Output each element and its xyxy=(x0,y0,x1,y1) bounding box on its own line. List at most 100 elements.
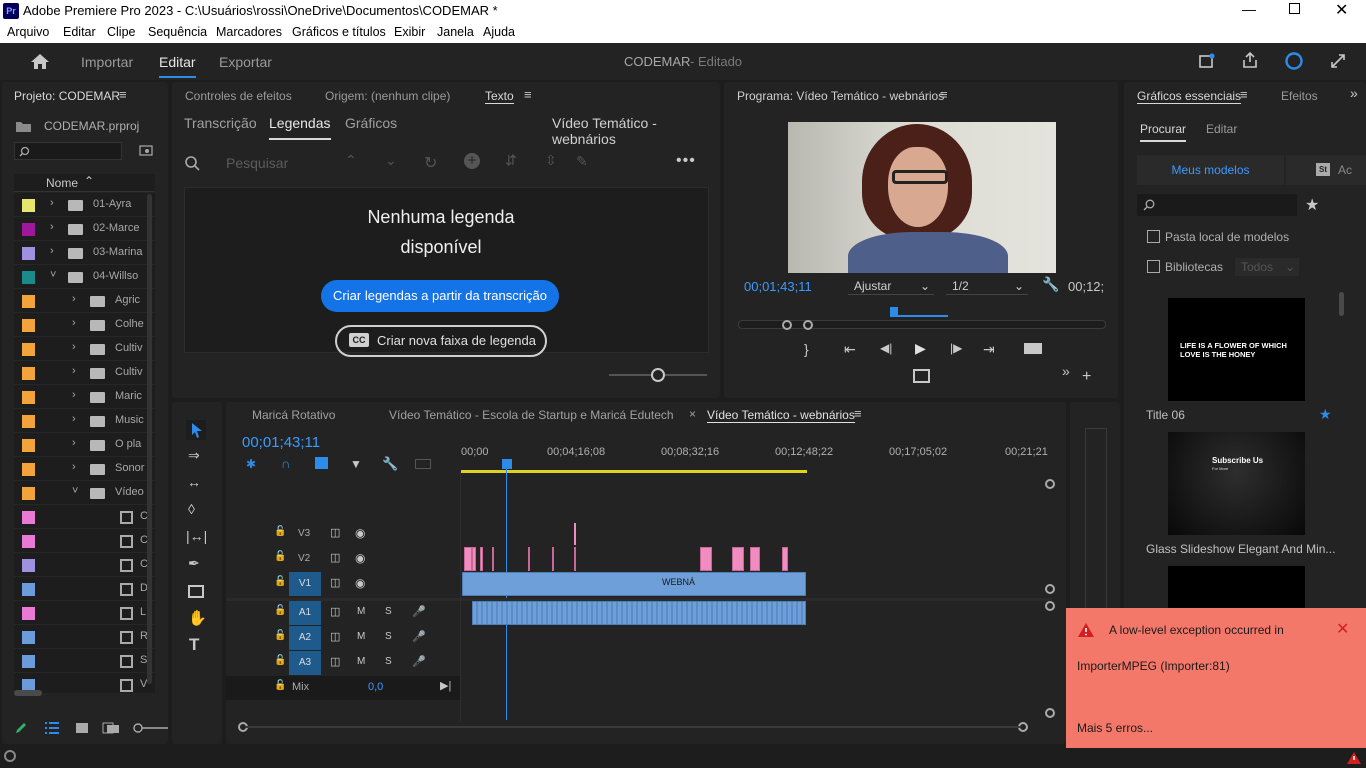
label-color-swatch[interactable] xyxy=(22,415,35,428)
chevron-right-icon[interactable]: › xyxy=(72,413,76,425)
add-marker-icon[interactable]: ▼ xyxy=(350,457,362,471)
horizontal-scrollbar[interactable] xyxy=(14,690,42,696)
project-list-item[interactable]: › Cultiv xyxy=(14,361,155,385)
error-indicator-icon[interactable] xyxy=(1346,751,1362,765)
project-list-item[interactable]: › O pla xyxy=(14,433,155,457)
tab-essential-graphics[interactable]: Gráficos essenciais xyxy=(1137,89,1242,104)
label-color-swatch[interactable] xyxy=(22,487,35,500)
video-v-scroll-top[interactable] xyxy=(1045,479,1055,489)
a1-clip-strip[interactable] xyxy=(472,601,806,625)
zoom-slider[interactable] xyxy=(132,722,168,734)
label-color-swatch[interactable] xyxy=(22,271,35,284)
minimize-button[interactable]: — xyxy=(1242,1,1256,17)
work-area-bar[interactable] xyxy=(461,470,807,473)
tab-effect-controls[interactable]: Controles de efeitos xyxy=(185,89,292,103)
project-list-item[interactable]: R xyxy=(14,625,155,649)
template-list-scrollbar[interactable] xyxy=(1339,292,1344,316)
slip-tool-icon[interactable]: |↔| xyxy=(186,528,207,544)
label-color-swatch[interactable] xyxy=(22,439,35,452)
menu-ajuda[interactable]: Ajuda xyxy=(483,25,515,39)
local-folder-checkbox[interactable] xyxy=(1147,230,1160,243)
playhead[interactable] xyxy=(502,459,512,469)
project-list-item[interactable]: S xyxy=(14,649,155,673)
compare-view-icon[interactable] xyxy=(913,369,930,383)
chevron-right-icon[interactable]: › xyxy=(72,317,76,329)
home-icon[interactable] xyxy=(30,53,50,70)
template-thumbnail[interactable]: LIFE IS A FLOWER OF WHICH LOVE IS THE HO… xyxy=(1168,298,1305,401)
templates-search-field[interactable] xyxy=(1137,194,1297,216)
project-list-item[interactable]: › Cultiv xyxy=(14,337,155,361)
subtab-edit[interactable]: Editar xyxy=(1206,122,1237,136)
sync-lock-icon[interactable]: ◫ xyxy=(330,526,340,539)
mic-icon[interactable]: 🎤 xyxy=(412,605,426,618)
nest-icon[interactable]: ✱ xyxy=(246,457,256,471)
ripple-edit-tool-icon[interactable]: ↔ xyxy=(187,474,201,490)
error-notification[interactable]: A low-level exception occurred in ✕ Impo… xyxy=(1066,608,1366,748)
mute-button[interactable]: M xyxy=(357,656,365,667)
lock-icon[interactable]: 🔓 xyxy=(274,680,286,691)
pencil-icon[interactable] xyxy=(14,721,28,735)
new-caption-track-button[interactable]: CC Criar nova faixa de legenda xyxy=(335,325,547,357)
project-list-item[interactable]: › 01-Ayra xyxy=(14,193,155,217)
label-color-swatch[interactable] xyxy=(22,367,35,380)
v3-marker[interactable] xyxy=(574,523,576,545)
chevron-right-icon[interactable]: › xyxy=(50,245,54,257)
restore-button[interactable] xyxy=(1289,3,1300,14)
quick-export-icon[interactable] xyxy=(1199,53,1216,69)
add-icon[interactable]: + xyxy=(464,153,480,169)
add-button-icon[interactable]: + xyxy=(1082,368,1091,386)
v2-clip[interactable] xyxy=(472,547,476,571)
captions-search-input[interactable]: Pesquisar xyxy=(226,155,288,171)
panel-menu-icon[interactable]: ≡ xyxy=(854,406,862,421)
mark-out-icon[interactable]: } xyxy=(804,341,809,357)
project-list-item[interactable]: ˅ 04-Willso xyxy=(14,265,155,289)
tab-text[interactable]: Texto xyxy=(485,89,514,104)
v2-clip[interactable] xyxy=(700,547,712,571)
mix-value[interactable]: 0,0 xyxy=(368,681,383,693)
project-search-field[interactable] xyxy=(14,142,122,160)
label-color-swatch[interactable] xyxy=(22,343,35,356)
subtab-graphics[interactable]: Gráficos xyxy=(345,115,397,131)
label-color-swatch[interactable] xyxy=(22,223,35,236)
time-ruler[interactable]: 00;00 00;04;16;08 00;08;32;16 00;12;48;2… xyxy=(461,442,1051,473)
mic-icon[interactable]: 🎤 xyxy=(412,630,426,643)
lock-icon[interactable]: 🔓 xyxy=(274,605,286,616)
chevron-down-icon[interactable]: ˅ xyxy=(50,269,56,281)
create-captions-button[interactable]: Criar legendas a partir da transcrição xyxy=(321,280,559,312)
eye-icon[interactable]: ◉ xyxy=(355,551,365,565)
v2-clip[interactable] xyxy=(464,547,472,571)
label-color-swatch[interactable] xyxy=(22,631,35,644)
vertical-scrollbar[interactable] xyxy=(147,194,152,684)
share-icon[interactable] xyxy=(1241,51,1259,69)
menu-clipe[interactable]: Clipe xyxy=(107,25,136,39)
subtab-browse[interactable]: Procurar xyxy=(1140,122,1187,142)
hand-tool-icon[interactable]: ✋ xyxy=(188,609,207,627)
export-tab[interactable]: Exportar xyxy=(219,54,272,70)
play-icon[interactable]: ▶ xyxy=(915,340,926,357)
eye-icon[interactable]: ◉ xyxy=(355,526,365,540)
project-list-item[interactable]: › Colhe xyxy=(14,313,155,337)
menu-editar[interactable]: Editar xyxy=(63,25,96,39)
track-label-a1[interactable]: A1 xyxy=(289,601,321,625)
v2-clip[interactable] xyxy=(782,547,788,571)
panel-menu-icon[interactable]: ≡ xyxy=(524,87,532,102)
mute-button[interactable]: M xyxy=(357,606,365,617)
star-filter-icon[interactable]: ★ xyxy=(1305,195,1319,215)
snap-icon[interactable]: ∩ xyxy=(281,456,290,471)
label-color-swatch[interactable] xyxy=(22,319,35,332)
track-label-v2[interactable]: V2 xyxy=(298,553,310,564)
lock-icon[interactable]: 🔓 xyxy=(274,526,286,537)
type-tool-icon[interactable]: T xyxy=(189,635,199,655)
timeline-settings-icon[interactable]: 🔧 xyxy=(382,456,398,472)
project-list-item[interactable]: L xyxy=(14,601,155,625)
label-color-swatch[interactable] xyxy=(22,535,35,548)
chevron-up-icon[interactable]: ⌃ xyxy=(345,152,357,169)
tab-effects[interactable]: Efeitos xyxy=(1281,89,1318,103)
panel-menu-icon[interactable]: ≡ xyxy=(940,87,948,102)
v2-clip[interactable] xyxy=(732,547,744,571)
caption-zoom-handle[interactable] xyxy=(651,368,665,382)
lock-icon[interactable]: 🔓 xyxy=(274,630,286,641)
name-column-header[interactable]: Nome xyxy=(46,176,78,190)
chevron-right-icon[interactable]: › xyxy=(72,389,76,401)
menu-graficos[interactable]: Gráficos e títulos xyxy=(292,25,386,39)
